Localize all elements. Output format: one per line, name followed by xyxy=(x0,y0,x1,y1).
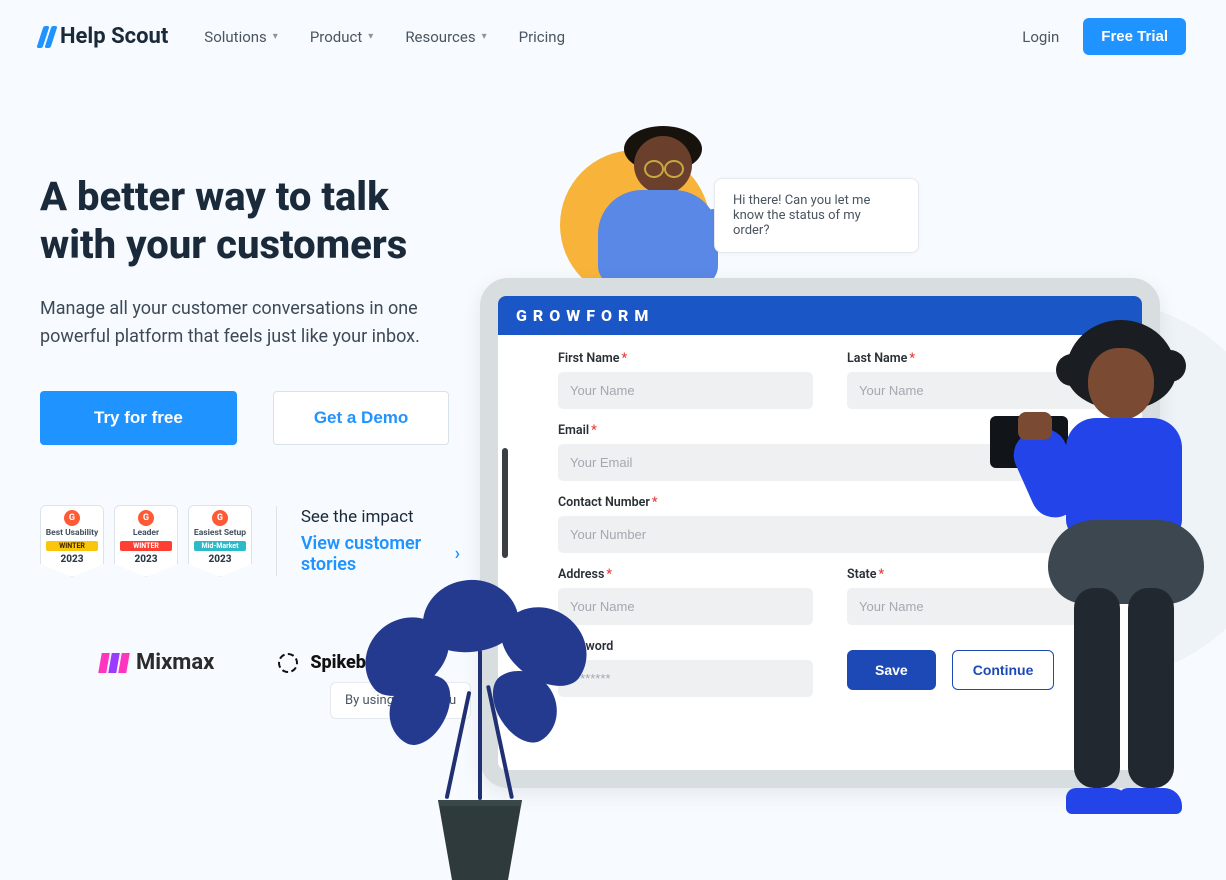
main-header: Help Scout Solutions ▾ Product ▾ Resourc… xyxy=(0,0,1226,73)
logo-mixmax: Mixmax xyxy=(100,650,214,675)
nav-resources-label: Resources xyxy=(405,28,475,46)
hero-title-line2: with your customers xyxy=(40,221,407,268)
hero-title-line1: A better way to talk xyxy=(40,173,389,220)
g2-badge: G Leader WINTER 2023 xyxy=(114,505,178,577)
field-first-name: First Name* xyxy=(558,351,813,409)
impact-heading: See the impact xyxy=(301,507,460,527)
mixmax-label: Mixmax xyxy=(136,650,214,675)
plant-illustration xyxy=(360,580,600,880)
glasses-icon xyxy=(644,160,684,174)
nav-product-label: Product xyxy=(310,28,362,46)
impact-text-block: See the impact View customer stories › xyxy=(301,507,460,575)
nav-solutions[interactable]: Solutions ▾ xyxy=(204,28,278,46)
badge-year: 2023 xyxy=(208,554,231,565)
g2-badge: G Easiest Setup Mid-Market 2023 xyxy=(188,505,252,577)
g2-icon: G xyxy=(64,510,80,526)
save-button[interactable]: Save xyxy=(847,650,936,690)
agent-illustration xyxy=(1026,320,1216,860)
speech-bubble: Hi there! Can you let me know the status… xyxy=(714,178,919,253)
hero-cta-row: Try for free Get a Demo xyxy=(40,391,460,445)
badge-strip: WINTER xyxy=(120,541,172,551)
jacket-shape xyxy=(598,190,718,286)
required-icon: * xyxy=(909,351,915,366)
nav-pricing-label: Pricing xyxy=(519,28,565,46)
free-trial-button[interactable]: Free Trial xyxy=(1083,18,1186,55)
nav-solutions-label: Solutions xyxy=(204,28,267,46)
customer-illustration xyxy=(580,130,730,300)
hero: A better way to talk with your customers… xyxy=(0,73,460,577)
chevron-right-icon: › xyxy=(455,543,460,564)
required-icon: * xyxy=(878,567,884,582)
chevron-down-icon: ▾ xyxy=(368,31,373,42)
login-link[interactable]: Login xyxy=(1022,28,1059,46)
impact-link-label: View customer stories xyxy=(301,533,449,575)
badge-strip: WINTER xyxy=(46,541,98,551)
mixmax-icon xyxy=(100,653,128,673)
g2-icon: G xyxy=(138,510,154,526)
badge-strip: Mid-Market xyxy=(194,541,246,551)
required-icon: * xyxy=(652,495,658,510)
badge-title: Easiest Setup xyxy=(194,529,246,538)
try-free-button[interactable]: Try for free xyxy=(40,391,237,445)
field-contact: Contact Number* xyxy=(558,495,1102,553)
badge-year: 2023 xyxy=(60,554,83,565)
divider xyxy=(276,506,277,576)
required-icon: * xyxy=(622,351,628,366)
contact-input[interactable] xyxy=(558,516,1102,553)
logo-mark-icon xyxy=(40,26,54,48)
hero-subtitle: Manage all your customer conversations i… xyxy=(40,295,460,351)
nav-product[interactable]: Product ▾ xyxy=(310,28,373,46)
chevron-down-icon: ▾ xyxy=(482,31,487,42)
nav-resources[interactable]: Resources ▾ xyxy=(405,28,486,46)
impact-row: G Best Usability WINTER 2023 G Leader WI… xyxy=(40,505,460,577)
main-nav: Solutions ▾ Product ▾ Resources ▾ Pricin… xyxy=(204,28,565,46)
first-name-label: First Name* xyxy=(558,351,813,366)
brand-name: Help Scout xyxy=(60,24,168,49)
required-icon: * xyxy=(591,423,597,438)
chevron-down-icon: ▾ xyxy=(273,31,278,42)
g2-badges: G Best Usability WINTER 2023 G Leader WI… xyxy=(40,505,252,577)
hero-title: A better way to talk with your customers xyxy=(40,173,460,269)
first-name-input[interactable] xyxy=(558,372,813,409)
brand-logo[interactable]: Help Scout xyxy=(40,24,168,49)
g2-badge: G Best Usability WINTER 2023 xyxy=(40,505,104,577)
nav-pricing[interactable]: Pricing xyxy=(519,28,565,46)
get-demo-button[interactable]: Get a Demo xyxy=(273,391,449,445)
contact-label: Contact Number* xyxy=(558,495,1102,510)
customer-stories-link[interactable]: View customer stories › xyxy=(301,533,460,575)
badge-title: Leader xyxy=(133,529,159,538)
header-right: Login Free Trial xyxy=(1022,18,1186,55)
g2-icon: G xyxy=(212,510,228,526)
badge-year: 2023 xyxy=(134,554,157,565)
required-icon: * xyxy=(606,567,612,582)
badge-title: Best Usability xyxy=(46,529,99,538)
